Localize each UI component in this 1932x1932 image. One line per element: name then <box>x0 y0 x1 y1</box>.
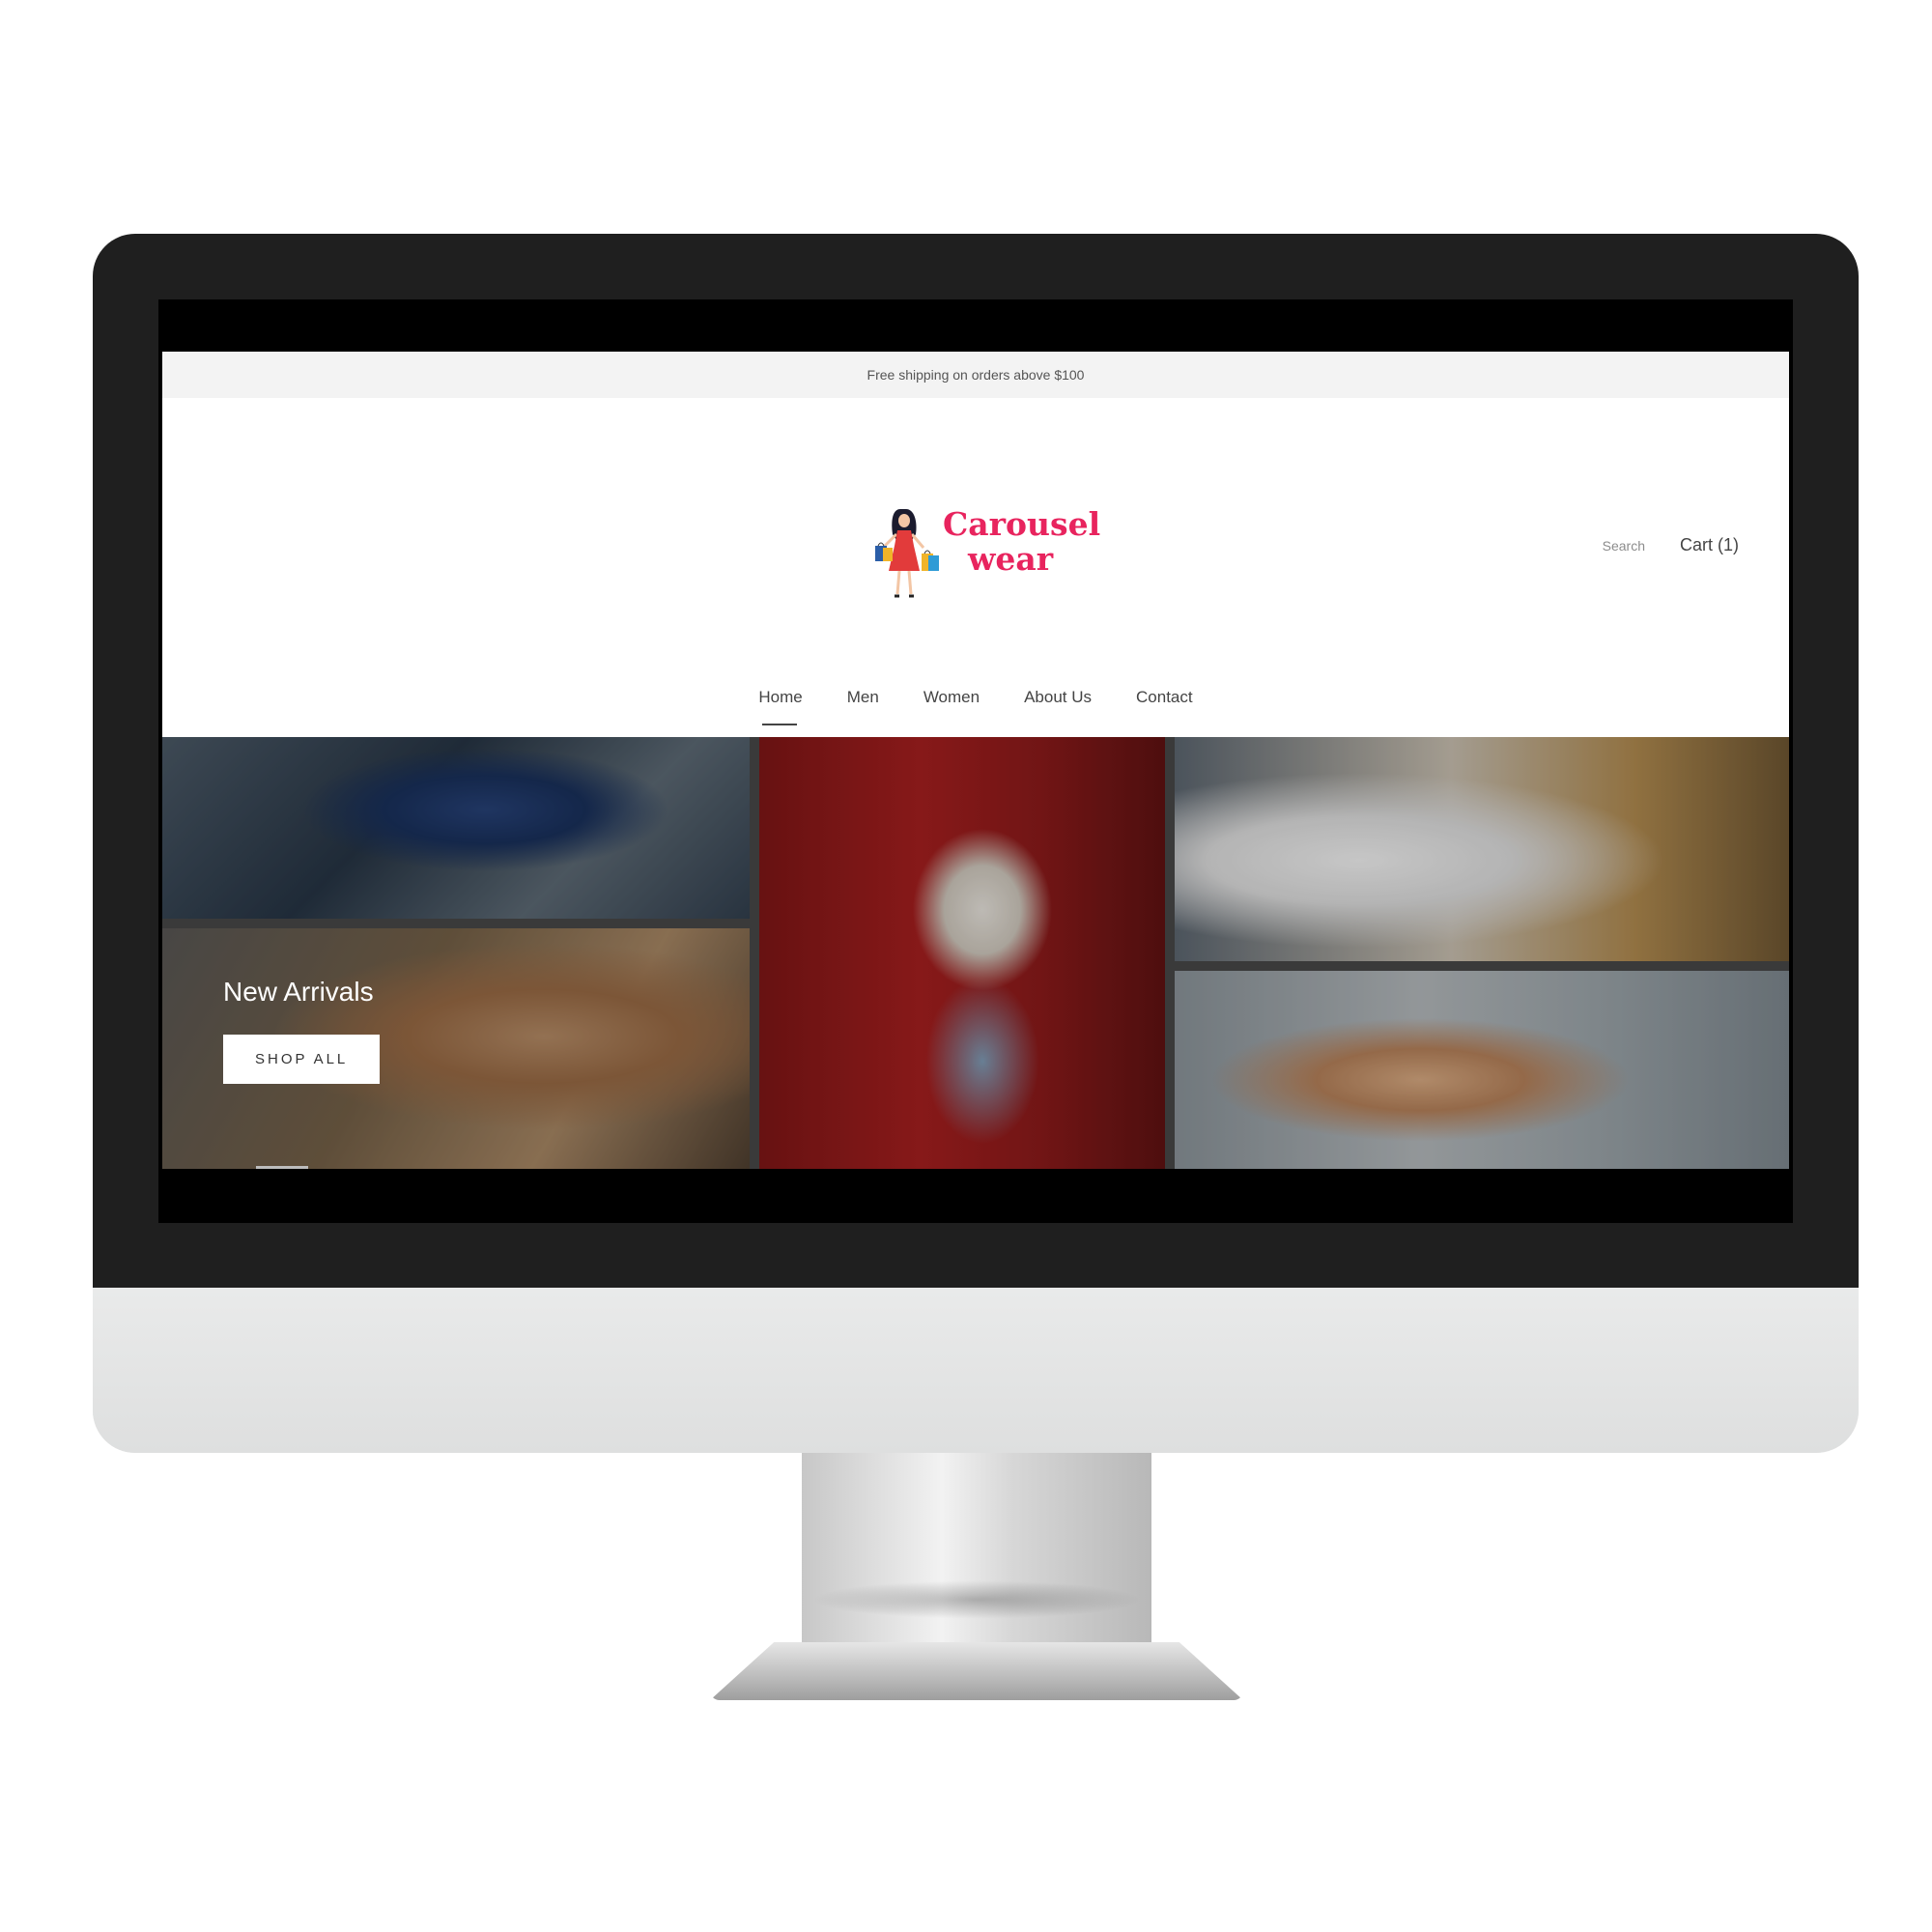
hero-overlay: New Arrivals SHOP ALL <box>223 977 381 1084</box>
monitor-screen: Free shipping on orders above $100 Carou… <box>158 299 1793 1223</box>
hero-image-red-wall-woman <box>759 737 1165 1169</box>
hero-image-blue-shirt <box>162 737 750 919</box>
stand-shadow <box>811 1580 1142 1619</box>
hero-collage: New Arrivals SHOP ALL <box>162 737 1789 1169</box>
hero-image-white-shirt <box>1175 737 1789 961</box>
shopper-illustration-icon <box>875 509 939 598</box>
cart-link[interactable]: Cart (1) <box>1680 535 1739 555</box>
logo-wordmark: Carousel wear <box>943 505 1101 578</box>
announcement-text: Free shipping on orders above $100 <box>867 367 1085 383</box>
nav-item-men[interactable]: Men <box>847 688 879 721</box>
nav-item-women[interactable]: Women <box>923 688 980 721</box>
monitor-stand-base <box>710 1642 1243 1700</box>
header-actions: Search Cart (1) <box>1603 535 1739 555</box>
logo-line-2: wear <box>968 540 1054 578</box>
hero-image-city-woman <box>1175 971 1789 1169</box>
monitor-stand <box>802 1453 1151 1665</box>
logo-line-1: Carousel <box>943 505 1101 543</box>
monitor-chin <box>93 1288 1859 1453</box>
nav-item-contact[interactable]: Contact <box>1136 688 1193 721</box>
monitor-bezel: Free shipping on orders above $100 Carou… <box>93 234 1859 1288</box>
monitor: Free shipping on orders above $100 Carou… <box>93 234 1859 1453</box>
site-logo[interactable]: Carousel wear <box>867 501 1100 608</box>
hero-title: New Arrivals <box>223 977 374 1007</box>
main-nav: Home Men Women About Us Contact <box>162 688 1789 725</box>
slideshow-progress <box>256 1166 308 1169</box>
nav-item-about-us[interactable]: About Us <box>1024 688 1092 721</box>
nav-item-home[interactable]: Home <box>758 688 803 725</box>
announcement-bar: Free shipping on orders above $100 <box>162 352 1789 398</box>
search-link[interactable]: Search <box>1603 538 1645 554</box>
storefront-page: Free shipping on orders above $100 Carou… <box>162 352 1789 1169</box>
shop-all-button[interactable]: SHOP ALL <box>223 1035 381 1084</box>
